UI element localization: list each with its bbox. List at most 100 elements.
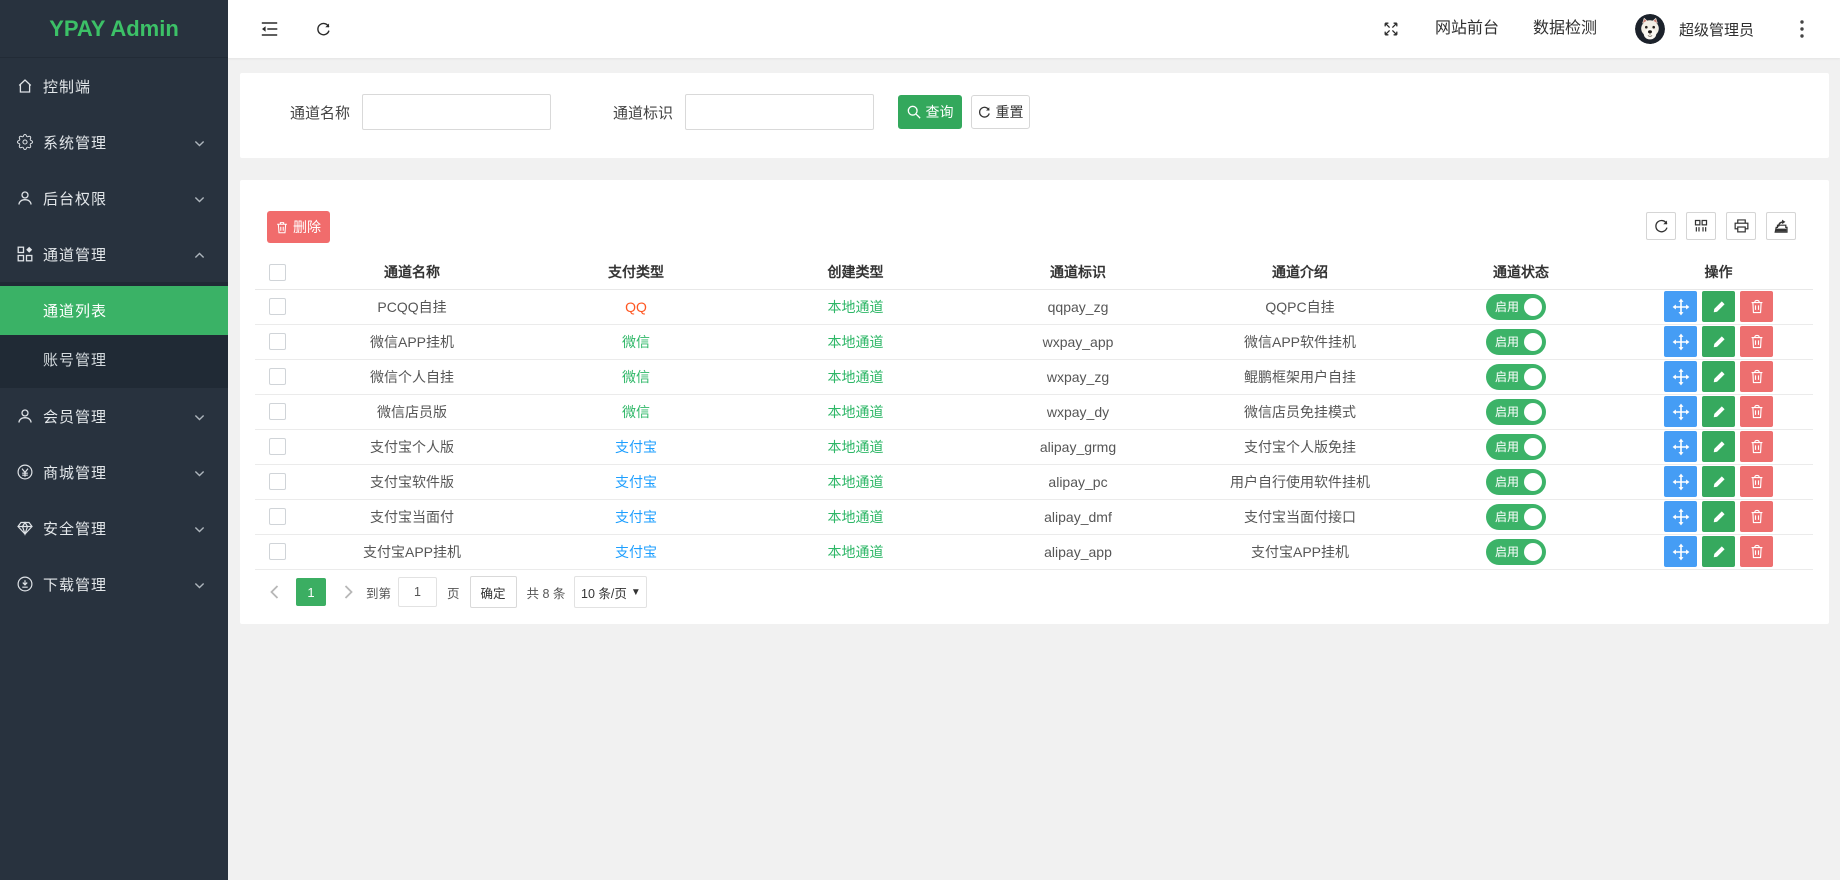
status-toggle[interactable]: 启用 — [1486, 329, 1546, 355]
edit-row-button[interactable] — [1702, 361, 1735, 392]
next-page-button[interactable] — [341, 585, 355, 599]
user-menu[interactable]: 超级管理员 — [1614, 14, 1782, 44]
delete-row-button[interactable] — [1740, 326, 1773, 357]
create-type-link[interactable]: 本地通道 — [828, 404, 884, 420]
create-type-link[interactable]: 本地通道 — [828, 334, 884, 350]
edit-row-button[interactable] — [1702, 536, 1735, 567]
data-check-link[interactable]: 数据检测 — [1516, 0, 1614, 58]
move-row-button[interactable] — [1664, 291, 1697, 322]
status-toggle[interactable]: 启用 — [1486, 504, 1546, 530]
status-toggle[interactable]: 启用 — [1486, 399, 1546, 425]
edit-row-button[interactable] — [1702, 326, 1735, 357]
delete-row-button[interactable] — [1740, 291, 1773, 322]
create-type-link[interactable]: 本地通道 — [828, 299, 884, 315]
fullscreen-button[interactable] — [1364, 0, 1418, 58]
status-toggle[interactable]: 启用 — [1486, 364, 1546, 390]
refresh-icon — [316, 22, 331, 37]
columns-filter-button[interactable] — [1686, 212, 1716, 240]
row-checkbox[interactable] — [269, 333, 286, 350]
components-icon — [17, 246, 33, 262]
sidebar-item-6[interactable]: 安全管理 — [0, 500, 228, 556]
pay-type-link[interactable]: 微信 — [622, 369, 650, 385]
page-size-select[interactable]: 10 条/页▼ — [574, 576, 647, 608]
create-type-link[interactable]: 本地通道 — [828, 474, 884, 490]
site-front-link[interactable]: 网站前台 — [1418, 0, 1516, 58]
collapse-sidebar-button[interactable] — [242, 0, 296, 58]
move-row-button[interactable] — [1664, 361, 1697, 392]
current-page[interactable]: 1 — [296, 578, 326, 606]
sidebar-item-1[interactable]: 系统管理 — [0, 114, 228, 170]
pay-type-link[interactable]: 微信 — [622, 404, 650, 420]
sidebar: YPAY Admin 控制端 系统管理 后台权限 通道管理 通道列表账号管理 会… — [0, 0, 228, 880]
topbar-right: 网站前台 数据检测 超级管理员 — [1364, 0, 1840, 58]
status-toggle[interactable]: 启用 — [1486, 469, 1546, 495]
create-type-link[interactable]: 本地通道 — [828, 509, 884, 525]
create-type-link[interactable]: 本地通道 — [828, 369, 884, 385]
channel-code-input[interactable] — [685, 94, 874, 130]
row-checkbox[interactable] — [269, 543, 286, 560]
row-checkbox[interactable] — [269, 298, 286, 315]
move-row-button[interactable] — [1664, 326, 1697, 357]
status-toggle[interactable]: 启用 — [1486, 434, 1546, 460]
row-checkbox[interactable] — [269, 403, 286, 420]
goto-page-input[interactable] — [398, 577, 437, 607]
edit-row-button[interactable] — [1702, 396, 1735, 427]
reset-button[interactable]: 重置 — [971, 95, 1030, 129]
delete-row-button[interactable] — [1740, 431, 1773, 462]
edit-row-button[interactable] — [1702, 501, 1735, 532]
move-row-button[interactable] — [1664, 466, 1697, 497]
refresh-table-button[interactable] — [1646, 212, 1676, 240]
prev-page-button[interactable] — [267, 585, 281, 599]
edit-row-button[interactable] — [1702, 466, 1735, 497]
sidebar-submenu: 通道列表账号管理 — [0, 282, 228, 388]
sidebar-item-2[interactable]: 后台权限 — [0, 170, 228, 226]
table-panel: 删除 — [240, 180, 1829, 624]
status-toggle[interactable]: 启用 — [1486, 539, 1546, 565]
sidebar-subitem-[interactable]: 账号管理 — [0, 335, 228, 384]
sidebar-item-3[interactable]: 通道管理 — [0, 226, 228, 282]
more-menu-button[interactable] — [1782, 0, 1822, 58]
pay-type-link[interactable]: 支付宝 — [615, 544, 657, 560]
pay-type-link[interactable]: QQ — [625, 299, 647, 315]
cell-actions — [1624, 359, 1813, 394]
move-row-button[interactable] — [1664, 501, 1697, 532]
edit-row-button[interactable] — [1702, 291, 1735, 322]
delete-row-button[interactable] — [1740, 501, 1773, 532]
pay-type-link[interactable]: 支付宝 — [615, 509, 657, 525]
export-button[interactable] — [1766, 212, 1796, 240]
user-icon — [17, 190, 33, 206]
sidebar-item-7[interactable]: 下载管理 — [0, 556, 228, 612]
row-checkbox[interactable] — [269, 438, 286, 455]
delete-row-button[interactable] — [1740, 466, 1773, 497]
create-type-link[interactable]: 本地通道 — [828, 544, 884, 560]
pay-type-link[interactable]: 支付宝 — [615, 474, 657, 490]
delete-row-button[interactable] — [1740, 396, 1773, 427]
row-checkbox[interactable] — [269, 508, 286, 525]
pay-type-link[interactable]: 支付宝 — [615, 439, 657, 455]
search-button[interactable]: 查询 — [898, 95, 962, 129]
delete-row-button[interactable] — [1740, 361, 1773, 392]
sidebar-item-5[interactable]: 商城管理 — [0, 444, 228, 500]
edit-row-button[interactable] — [1702, 431, 1735, 462]
row-checkbox[interactable] — [269, 368, 286, 385]
delete-row-button[interactable] — [1740, 536, 1773, 567]
print-button[interactable] — [1726, 212, 1756, 240]
move-row-button[interactable] — [1664, 431, 1697, 462]
create-type-link[interactable]: 本地通道 — [828, 439, 884, 455]
move-row-button[interactable] — [1664, 536, 1697, 567]
sidebar-item-4[interactable]: 会员管理 — [0, 388, 228, 444]
row-checkbox[interactable] — [269, 473, 286, 490]
delete-button-label: 删除 — [293, 217, 321, 237]
refresh-page-button[interactable] — [296, 0, 350, 58]
pay-type-link[interactable]: 微信 — [622, 334, 650, 350]
status-toggle[interactable]: 启用 — [1486, 294, 1546, 320]
move-row-button[interactable] — [1664, 396, 1697, 427]
sidebar-subitem-active[interactable]: 通道列表 — [0, 286, 228, 335]
sidebar-item-0[interactable]: 控制端 — [0, 58, 228, 114]
cell-create-type: 本地通道 — [747, 289, 964, 324]
cell-create-type: 本地通道 — [747, 359, 964, 394]
delete-button[interactable]: 删除 — [267, 211, 330, 243]
select-all-checkbox[interactable] — [269, 264, 286, 281]
confirm-page-button[interactable]: 确定 — [470, 576, 517, 608]
channel-name-input[interactable] — [362, 94, 551, 130]
